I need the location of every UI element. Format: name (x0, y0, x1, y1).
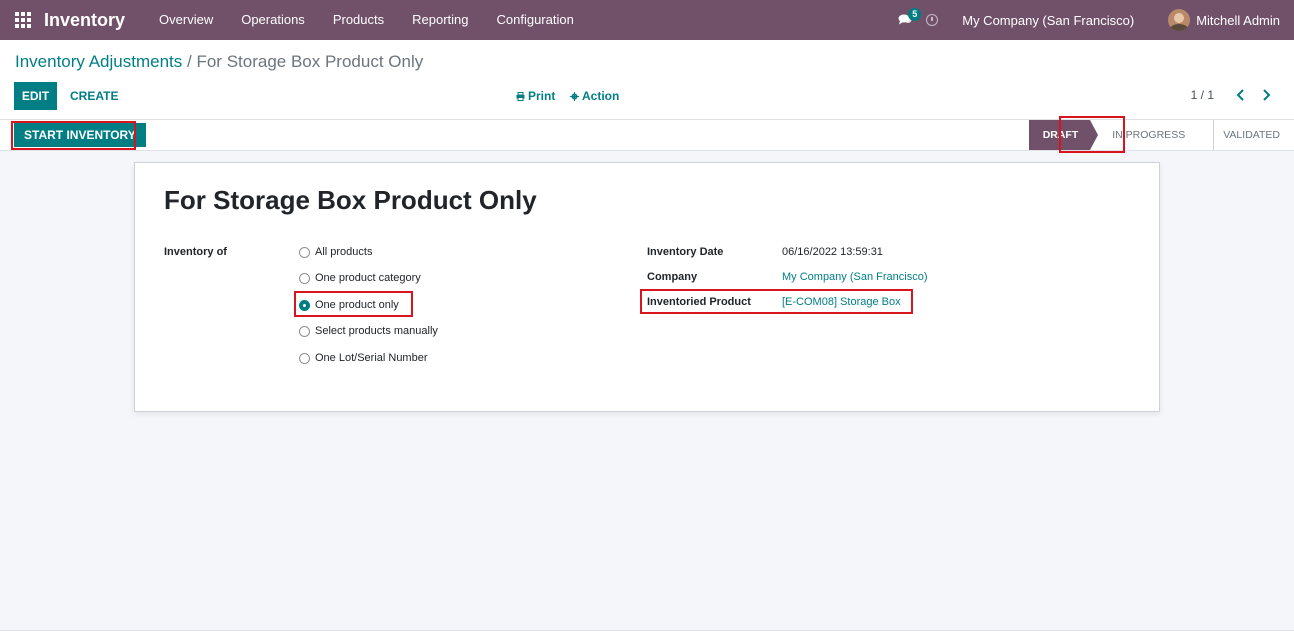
action-dropdown[interactable]: Action (570, 89, 619, 103)
radio-select-products-manually[interactable]: Select products manually (299, 325, 438, 337)
navbar-systray: 5 My Company (San Francisco) Mitchell Ad… (890, 0, 1294, 40)
status-steps: DRAFT IN PROGRESS VALIDATED (1028, 120, 1294, 150)
edit-button[interactable]: EDIT (14, 82, 57, 110)
radio-label: One product category (315, 272, 421, 284)
inventory-of-label: Inventory of (164, 246, 227, 258)
user-menu[interactable]: Mitchell Admin (1196, 13, 1280, 28)
activity-clock-icon[interactable] (926, 14, 939, 26)
menu-overview[interactable]: Overview (145, 0, 227, 40)
menu-reporting[interactable]: Reporting (398, 0, 482, 40)
inventoried-product-link[interactable]: [E-COM08] Storage Box (782, 296, 901, 308)
main-menu: Overview Operations Products Reporting C… (145, 0, 588, 40)
radio-label: One Lot/Serial Number (315, 352, 428, 364)
company-label: Company (647, 271, 698, 283)
status-step-in-progress[interactable]: IN PROGRESS (1090, 120, 1199, 150)
chat-count-badge: 5 (908, 8, 922, 21)
pager-previous-icon[interactable] (1234, 87, 1248, 103)
company-link[interactable]: My Company (San Francisco) (782, 271, 928, 283)
radio-label: All products (315, 246, 373, 258)
radio-one-lot-serial-number[interactable]: One Lot/Serial Number (299, 352, 428, 364)
breadcrumb-separator: / (187, 52, 192, 71)
record-title: For Storage Box Product Only (164, 185, 537, 215)
pager-next-icon[interactable] (1259, 87, 1273, 103)
radio-one-product-only[interactable]: One product only (299, 299, 399, 311)
radio-circle (299, 352, 310, 364)
apps-grid-icon[interactable] (15, 12, 31, 28)
radio-label: Select products manually (315, 325, 438, 337)
inventoried-product-label: Inventoried Product (647, 296, 751, 308)
print-icon (516, 91, 525, 101)
inventory-date-value: 06/16/2022 13:59:31 (782, 246, 883, 258)
gear-icon (570, 91, 579, 101)
company-switcher[interactable]: My Company (San Francisco) (962, 13, 1134, 28)
radio-circle (299, 325, 310, 337)
messaging-menu[interactable]: 5 (890, 0, 922, 40)
radio-circle (299, 246, 310, 258)
status-step-validated[interactable]: VALIDATED (1199, 120, 1294, 150)
radio-label: One product only (315, 299, 399, 311)
print-label: Print (528, 89, 556, 103)
app-title[interactable]: Inventory (44, 10, 125, 31)
radio-circle-checked (299, 299, 310, 311)
control-panel: Inventory Adjustments / For Storage Box … (0, 40, 1294, 120)
inventory-date-label: Inventory Date (647, 246, 724, 258)
radio-all-products[interactable]: All products (299, 246, 372, 258)
pager-value[interactable]: 1 / 1 (1191, 88, 1214, 102)
status-step-draft[interactable]: DRAFT (1028, 120, 1098, 150)
print-dropdown[interactable]: Print (516, 89, 555, 103)
user-avatar[interactable] (1168, 9, 1191, 31)
form-sheet: For Storage Box Product Only Inventory o… (134, 162, 1160, 412)
top-navbar: Inventory Overview Operations Products R… (0, 0, 1294, 40)
start-inventory-button[interactable]: START INVENTORY (14, 123, 146, 147)
radio-one-product-category[interactable]: One product category (299, 272, 421, 284)
breadcrumb-parent[interactable]: Inventory Adjustments (15, 52, 182, 71)
action-label: Action (582, 89, 620, 103)
menu-configuration[interactable]: Configuration (483, 0, 588, 40)
breadcrumb-current: For Storage Box Product Only (196, 52, 424, 71)
form-statusbar: START INVENTORY DRAFT IN PROGRESS VALIDA… (0, 120, 1294, 151)
menu-operations[interactable]: Operations (227, 0, 319, 40)
menu-products[interactable]: Products (319, 0, 398, 40)
create-button[interactable]: CREATE (60, 82, 128, 110)
radio-circle (299, 272, 310, 284)
breadcrumb: Inventory Adjustments / For Storage Box … (15, 52, 423, 72)
